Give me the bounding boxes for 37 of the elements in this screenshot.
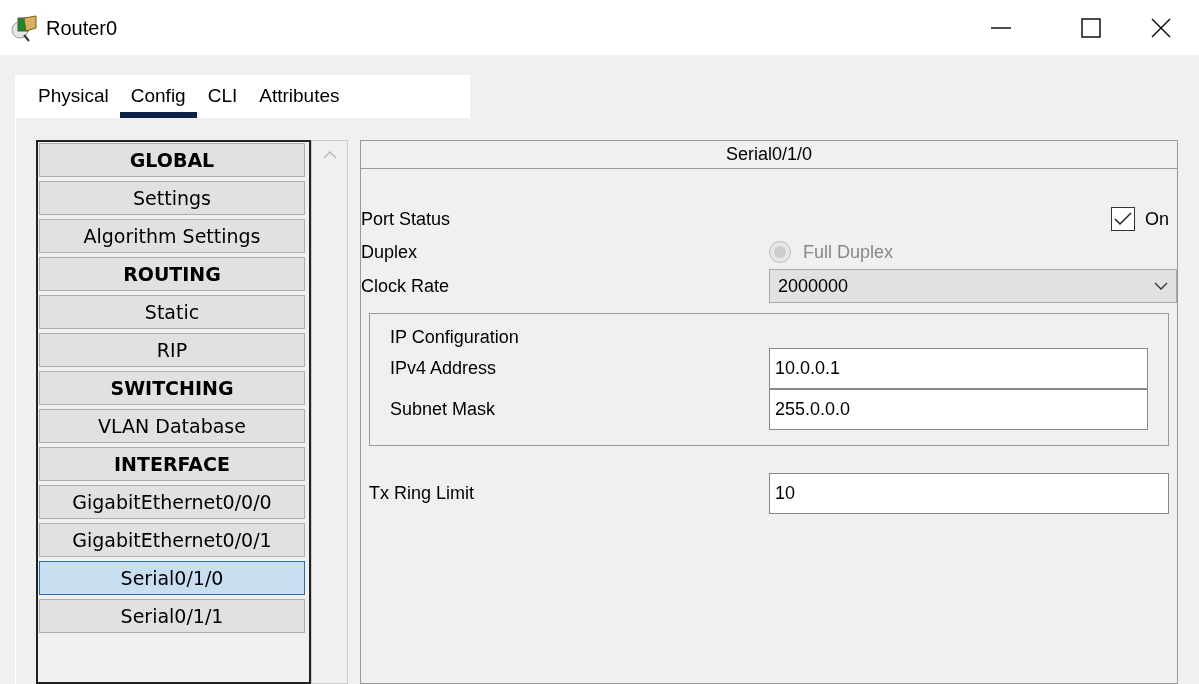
field-label: Subnet Mask — [390, 398, 497, 421]
input-field[interactable]: 255.0.0.0 — [769, 389, 1148, 430]
window-title: Router0 — [46, 15, 118, 41]
clock-rate-dropdown[interactable]: 2000000 — [769, 269, 1177, 303]
close-icon — [1151, 17, 1171, 38]
list-item[interactable]: Settings — [39, 181, 305, 215]
field-label: Port Status — [361, 207, 452, 231]
radio-label: Full Duplex — [803, 240, 894, 264]
checkbox[interactable] — [1111, 207, 1135, 231]
section-header[interactable]: GLOBAL — [39, 143, 305, 177]
list-item[interactable]: Serial0/1/0 — [39, 561, 305, 595]
panel-title: Serial0/1/0 — [361, 141, 1177, 169]
section-header[interactable]: SWITCHING — [39, 371, 305, 405]
list-item[interactable]: RIP — [39, 333, 305, 367]
list-item[interactable]: Algorithm Settings — [39, 219, 305, 253]
list-item[interactable]: GigabitEthernet0/0/0 — [39, 485, 305, 519]
tab[interactable]: Attributes — [248, 75, 351, 118]
input-field[interactable]: 10 — [769, 473, 1169, 514]
tab[interactable]: CLI — [196, 75, 249, 118]
chevron-down-icon — [1154, 282, 1168, 290]
field-label: IPv4 Address — [390, 357, 498, 380]
field-label: Clock Rate — [361, 274, 451, 298]
list-item[interactable]: VLAN Database — [39, 409, 305, 443]
section-header[interactable]: ROUTING — [39, 257, 305, 291]
section-header[interactable]: INTERFACE — [39, 447, 305, 481]
list-item[interactable]: Serial0/1/1 — [39, 599, 305, 633]
list-item[interactable]: GigabitEthernet0/0/1 — [39, 523, 305, 557]
maximize-icon — [1081, 17, 1101, 38]
checkbox-label: On — [1145, 207, 1169, 231]
field-label: Tx Ring Limit — [369, 482, 476, 505]
router-icon — [10, 13, 38, 42]
minimize-icon — [991, 26, 1011, 29]
input-field[interactable]: 10.0.0.1 — [769, 348, 1148, 389]
group-title: IP Configuration — [390, 326, 520, 348]
list-item[interactable]: Static — [39, 295, 305, 329]
field-label: Duplex — [361, 240, 419, 264]
tab[interactable]: Physical — [27, 75, 120, 118]
